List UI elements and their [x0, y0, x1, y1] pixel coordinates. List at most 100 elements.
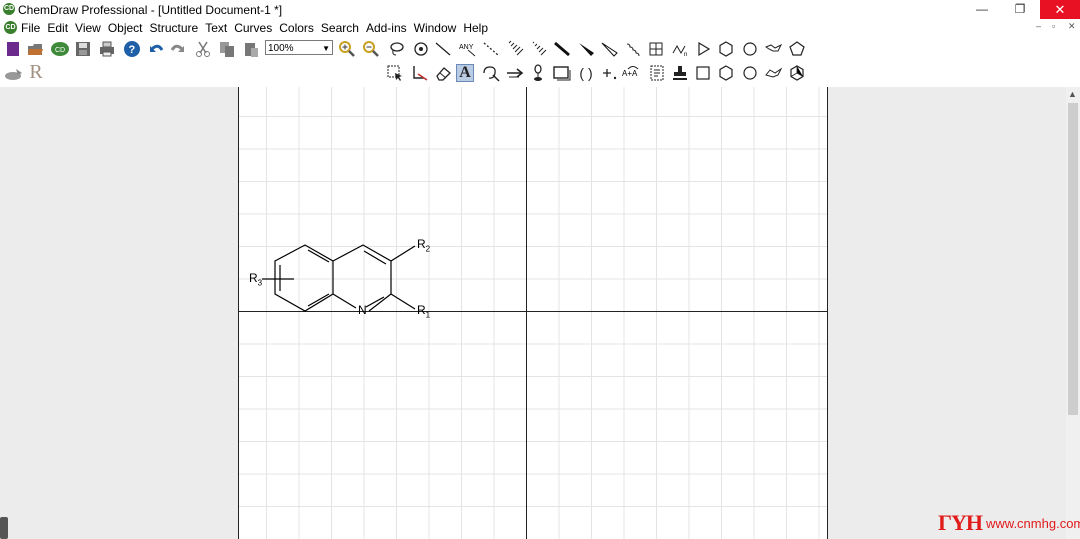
chemdraw-online-icon[interactable]: CD	[50, 40, 69, 58]
mapping-icon[interactable]: A+A	[622, 64, 640, 82]
help-icon[interactable]: ?	[123, 40, 141, 58]
minimize-button[interactable]: —	[962, 0, 1002, 19]
scrollbar-thumb[interactable]	[1068, 103, 1078, 415]
hexagon-shape-icon[interactable]	[717, 64, 735, 82]
svg-text:?: ?	[129, 44, 136, 56]
title-bar: CD ChemDraw Professional - [Untitled Doc…	[0, 0, 1080, 19]
menu-edit[interactable]: Edit	[47, 21, 72, 35]
drawing-elements-icon[interactable]	[552, 64, 571, 82]
structure-perspective-icon[interactable]	[410, 64, 428, 82]
r1-subscript: 1	[425, 310, 431, 320]
document-page[interactable]: N R2 R1 R3	[238, 87, 828, 539]
zoom-in-icon[interactable]	[338, 40, 356, 58]
rotate-icon[interactable]	[412, 40, 430, 58]
bond-r2	[390, 245, 416, 262]
mdi-restore-button[interactable]: ▫	[1052, 21, 1055, 31]
print-icon[interactable]	[98, 40, 116, 58]
circle-ring-icon[interactable]	[741, 40, 759, 58]
quinoline-structure[interactable]	[262, 244, 416, 312]
r2-label[interactable]: R2	[417, 238, 430, 255]
arrow-tool-icon[interactable]	[505, 64, 524, 82]
cube-ring-icon[interactable]	[788, 64, 806, 82]
solid-bond-icon[interactable]	[434, 40, 452, 58]
open-icon[interactable]	[26, 40, 44, 58]
benzene-ring-icon[interactable]	[741, 64, 759, 82]
chemical-symbols-icon[interactable]	[601, 64, 619, 82]
r3-symbol: R	[249, 271, 258, 285]
menu-items: File Edit View Object Structure Text Cur…	[21, 21, 495, 35]
bond-r1	[390, 293, 416, 310]
r1-label[interactable]: R1	[417, 304, 430, 321]
svg-text:A+A: A+A	[622, 69, 638, 78]
stamp-tool-icon[interactable]	[671, 64, 689, 82]
menu-help[interactable]: Help	[463, 21, 492, 35]
menu-text[interactable]: Text	[205, 21, 231, 35]
window-title: ChemDraw Professional - [Untitled Docume…	[18, 3, 283, 17]
redo-icon[interactable]	[170, 40, 188, 58]
atom-n-label[interactable]: N	[358, 304, 367, 317]
pen-tool-icon[interactable]	[481, 64, 500, 82]
maximize-button[interactable]: ❐	[1000, 0, 1040, 19]
menu-view[interactable]: View	[75, 21, 105, 35]
undo-icon[interactable]	[146, 40, 164, 58]
cyclopropane-icon[interactable]	[694, 40, 712, 58]
chair-ring-icon[interactable]	[765, 40, 783, 58]
cyclopentane-icon[interactable]	[788, 40, 806, 58]
wavy-bond-icon[interactable]	[624, 40, 642, 58]
r-group-label[interactable]: R	[27, 62, 45, 82]
chain-icon[interactable]: n	[671, 40, 689, 58]
hashed-bond-icon[interactable]	[506, 40, 524, 58]
orbital-tool-icon[interactable]	[529, 64, 547, 82]
menu-window[interactable]: Window	[414, 21, 461, 35]
page-grid	[239, 87, 827, 539]
lasso-icon[interactable]	[388, 40, 406, 58]
r3-subscript: 3	[257, 278, 263, 288]
menu-curves[interactable]: Curves	[234, 21, 276, 35]
document-icon[interactable]: CD	[4, 21, 17, 34]
marquee-select-icon[interactable]	[386, 64, 404, 82]
close-button[interactable]: ✕	[1040, 0, 1080, 19]
mdi-minimize-button[interactable]: –	[1036, 21, 1041, 31]
any-bond-icon[interactable]: ANY	[458, 40, 476, 58]
cut-icon[interactable]	[194, 40, 212, 58]
templates-icon[interactable]	[4, 65, 22, 83]
mdi-close-button[interactable]: ✕	[1068, 21, 1076, 32]
eraser-icon[interactable]	[434, 64, 452, 82]
r2-symbol: R	[417, 237, 426, 251]
zoom-select[interactable]: 100% ▼	[265, 40, 333, 55]
benzene-ring	[274, 244, 334, 312]
cyclohexane-icon[interactable]	[717, 40, 735, 58]
r3-label[interactable]: R3	[249, 272, 262, 289]
vertical-scrollbar[interactable]: ▲	[1066, 87, 1080, 539]
side-panel-tab[interactable]	[0, 517, 8, 539]
main-toolbar: CD ? ANY n	[0, 37, 1080, 61]
boat-ring-icon[interactable]	[765, 64, 783, 82]
hollow-wedge-icon[interactable]	[600, 40, 618, 58]
save-icon[interactable]	[74, 40, 92, 58]
menu-structure[interactable]: Structure	[150, 21, 203, 35]
pyridine-bond-n-c2	[368, 293, 392, 312]
dashed-bond-icon[interactable]	[482, 40, 500, 58]
menu-colors[interactable]: Colors	[279, 21, 318, 35]
table-icon[interactable]	[647, 40, 665, 58]
bold-bond-icon[interactable]	[553, 40, 571, 58]
paste-icon[interactable]	[242, 40, 260, 58]
watermark-logo: ΓΥΗ	[938, 510, 983, 535]
copy-icon[interactable]	[218, 40, 236, 58]
zoom-out-icon[interactable]	[362, 40, 380, 58]
scroll-up-icon[interactable]: ▲	[1068, 89, 1077, 99]
menu-search[interactable]: Search	[321, 21, 363, 35]
wedge-bond-icon[interactable]	[577, 40, 595, 58]
text-tool-icon[interactable]: A	[456, 64, 474, 82]
menu-file[interactable]: File	[21, 21, 44, 35]
benzene-double-bonds	[279, 249, 330, 307]
square-shape-icon[interactable]	[694, 64, 712, 82]
new-document-icon[interactable]	[4, 40, 22, 58]
hashed-wedge-icon[interactable]	[530, 40, 548, 58]
menu-object[interactable]: Object	[108, 21, 147, 35]
menu-add-ins[interactable]: Add-ins	[366, 21, 411, 35]
r1-symbol: R	[417, 303, 426, 317]
brackets-icon[interactable]: ( )	[577, 64, 595, 82]
query-tool-icon[interactable]	[648, 64, 666, 82]
drawing-toolbar: R A ( ) A+A	[0, 61, 1080, 87]
